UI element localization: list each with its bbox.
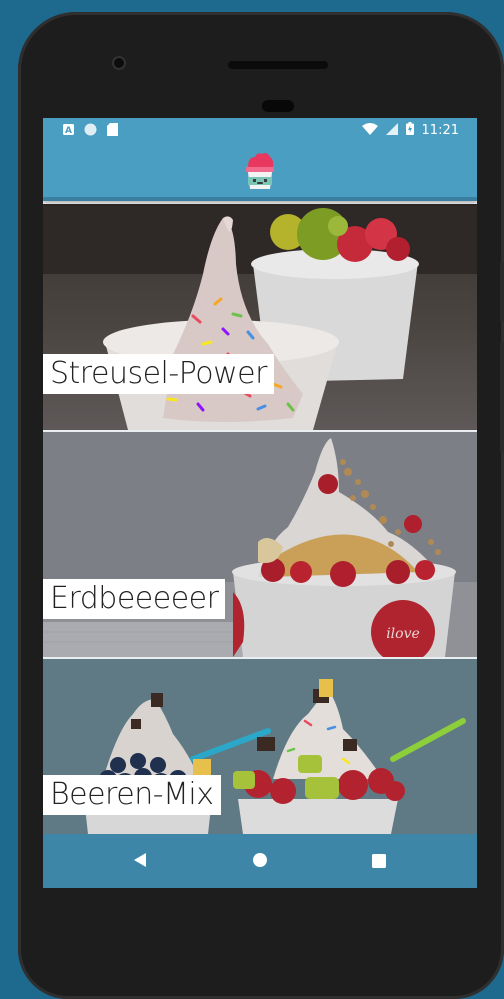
recents-icon[interactable]: [372, 853, 386, 872]
wifi-icon: [361, 122, 378, 138]
home-icon[interactable]: [252, 852, 268, 872]
list-item-erdbeeeeer[interactable]: ilove Erdbeeeeer: [43, 432, 477, 659]
item-label: Beeren-Mix: [43, 775, 221, 815]
signal-icon: [385, 122, 398, 138]
item-label: Streusel-Power: [43, 354, 274, 394]
erdbeeeeer-image: ilove: [43, 432, 477, 657]
frozen-yogurt-logo-icon[interactable]: [243, 151, 277, 195]
volume-button: [500, 262, 504, 322]
svg-text:ilove: ilove: [386, 626, 420, 642]
product-list: Streusel-Power ilove Erdbeeeeer Beeren-M…: [43, 204, 477, 834]
streusel-power-image: [43, 204, 477, 430]
clock-time: 11:21: [421, 122, 459, 138]
list-item-beeren-mix[interactable]: Beeren-Mix: [43, 659, 477, 834]
battery-icon: [405, 122, 414, 138]
svg-text:A: A: [65, 126, 72, 135]
list-item-streusel-power[interactable]: Streusel-Power: [43, 204, 477, 432]
a-icon: A: [63, 124, 74, 138]
proximity-sensor: [262, 100, 294, 112]
item-label: Erdbeeeeer: [43, 579, 226, 619]
app-bar: [43, 143, 477, 201]
front-camera: [112, 56, 126, 70]
back-icon[interactable]: [133, 852, 147, 872]
earpiece-speaker: [228, 61, 328, 69]
sdcard-icon: [107, 123, 118, 139]
circle-icon: [84, 123, 97, 139]
power-button: [500, 342, 504, 452]
status-bar: A 11:21: [43, 118, 477, 143]
navigation-bar: [43, 834, 477, 888]
phone-screen: A 11:21 Streusel-Power ilove Erdbeeeeer …: [43, 118, 477, 888]
